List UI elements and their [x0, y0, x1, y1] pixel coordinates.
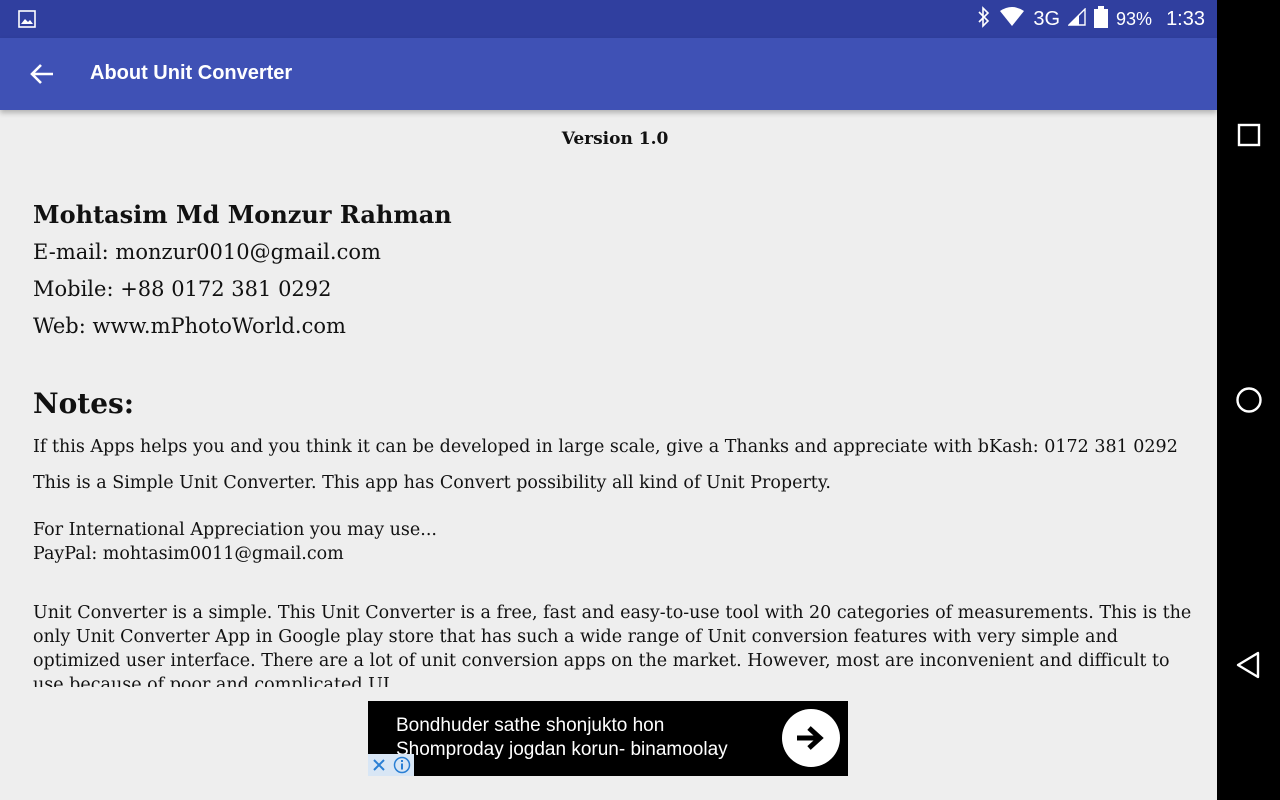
paypal-text: PayPal: mohtasim0011@gmail.com — [33, 544, 344, 564]
battery-icon — [1094, 5, 1109, 33]
ad-banner[interactable]: Bondhuder sathe shonjukto hon Shomproday… — [368, 701, 848, 776]
app-toolbar: About Unit Converter — [0, 38, 1217, 110]
arrow-right-icon — [797, 726, 824, 750]
network-type: 3G — [1033, 7, 1061, 30]
arrow-back-icon — [30, 64, 53, 84]
circle-icon — [1236, 387, 1262, 413]
ad-line-2: Shomproday jogdan korun- binamoolay — [396, 739, 728, 760]
page-title: About Unit Converter — [90, 62, 293, 84]
bluetooth-icon — [977, 5, 991, 33]
home-button[interactable] — [1234, 385, 1264, 415]
description-text: Unit Converter is a simple. This Unit Co… — [33, 603, 1192, 687]
web-text[interactable]: Web: www.mPhotoWorld.com — [33, 314, 346, 338]
square-icon — [1237, 123, 1261, 147]
status-bar: 3G 93% 1:33 — [0, 0, 1217, 38]
clock: 1:33 — [1166, 7, 1205, 30]
back-nav-button[interactable] — [1234, 650, 1264, 680]
triangle-back-icon — [1236, 651, 1260, 679]
signal-icon — [1067, 6, 1086, 31]
navigation-bar — [1217, 0, 1280, 800]
intl-appreciation: For International Appreciation you may u… — [33, 520, 437, 540]
mobile-text[interactable]: Mobile: +88 0172 381 0292 — [33, 277, 332, 301]
ad-line-1: Bondhuder sathe shonjukto hon — [396, 715, 665, 736]
version-text: Version 1.0 — [561, 129, 669, 149]
wifi-icon — [999, 6, 1025, 32]
email-text[interactable]: E-mail: monzur0010@gmail.com — [33, 240, 381, 264]
note-simple: This is a Simple Unit Converter. This ap… — [33, 473, 831, 493]
ad-open-button[interactable] — [782, 709, 840, 767]
battery-percent: 93% — [1116, 8, 1153, 29]
image-notification-icon — [18, 10, 36, 28]
back-button[interactable] — [22, 56, 62, 92]
ad-info-button[interactable] — [390, 754, 414, 776]
notes-heading: Notes: — [33, 387, 135, 420]
ad-close-button[interactable] — [368, 754, 390, 776]
note-bkash: If this Apps helps you and you think it … — [33, 437, 1178, 457]
close-icon — [373, 759, 385, 771]
info-icon — [393, 756, 411, 774]
recents-button[interactable] — [1234, 120, 1264, 150]
author-name: Mohtasim Md Monzur Rahman — [33, 200, 452, 229]
about-content[interactable]: Version 1.0 Mohtasim Md Monzur Rahman E-… — [0, 110, 1217, 687]
